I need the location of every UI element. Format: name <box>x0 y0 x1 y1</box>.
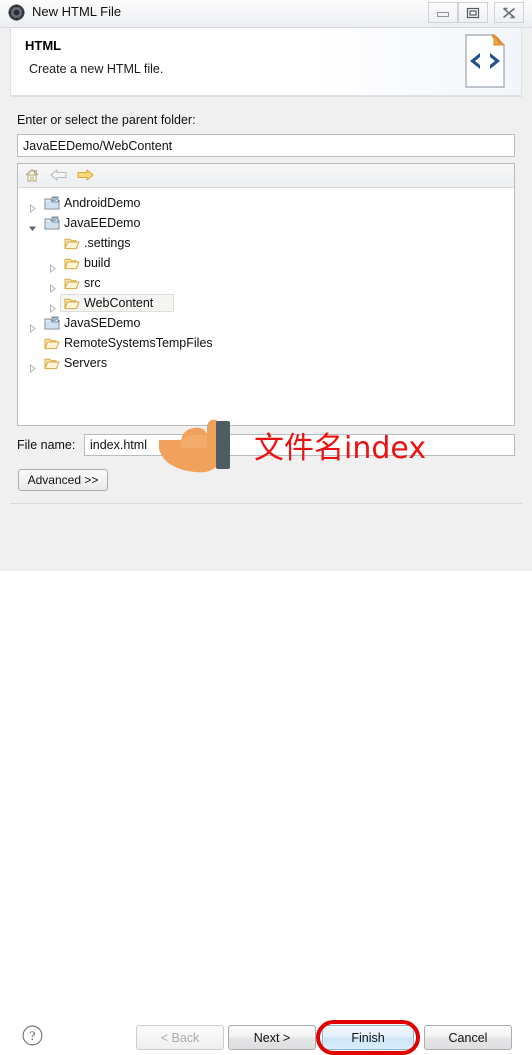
tree-item-label: JavaSEDemo <box>64 316 141 330</box>
back-button[interactable]: < Back <box>136 1025 224 1050</box>
tree-item-label: build <box>84 256 111 270</box>
tree-item[interactable]: Servers <box>18 353 514 374</box>
tree-item-label: Servers <box>64 356 108 370</box>
folder-icon <box>64 236 80 250</box>
header-separator <box>10 96 522 97</box>
project-icon <box>44 216 60 230</box>
close-icon[interactable] <box>494 2 524 23</box>
tree-item-label: .settings <box>84 236 131 250</box>
folder-icon <box>44 356 60 370</box>
tree-item[interactable]: RemoteSystemsTempFiles <box>18 333 514 353</box>
project-icon <box>44 316 60 330</box>
expander-collapsed-icon[interactable] <box>28 319 37 334</box>
back-arrow-icon[interactable] <box>49 167 71 185</box>
tree-item[interactable]: AndroidDemo <box>18 193 514 214</box>
next-button[interactable]: Next > <box>228 1025 316 1050</box>
tree-item[interactable]: src <box>18 273 514 294</box>
expander-expanded-icon[interactable] <box>28 219 37 231</box>
dialog-footer: ? < Back Next > Finish Cancel <box>0 504 532 1055</box>
folder-icon <box>44 336 60 350</box>
window-title: New HTML File <box>32 4 122 19</box>
svg-text:?: ? <box>30 1028 36 1043</box>
new-html-file-dialog: New HTML File HTML Create a new HTML fil… <box>0 0 532 1055</box>
tree-item-label: src <box>84 276 101 290</box>
expander-collapsed-icon[interactable] <box>48 259 57 274</box>
file-name-input[interactable] <box>84 434 515 456</box>
wizard-header: HTML Create a new HTML file. <box>10 28 522 96</box>
tree-item-label: RemoteSystemsTempFiles <box>64 336 213 350</box>
folder-tree[interactable]: AndroidDemo JavaEEDemo .settings build src We… <box>18 189 514 425</box>
expander-collapsed-icon[interactable] <box>48 299 57 314</box>
tree-item[interactable]: WebContent <box>18 293 514 314</box>
tree-item[interactable]: JavaEEDemo <box>18 213 514 233</box>
forward-arrow-icon[interactable] <box>75 167 97 185</box>
page-title: HTML <box>25 38 62 53</box>
tree-item[interactable]: build <box>18 253 514 274</box>
tree-toolbar <box>18 164 514 188</box>
help-icon[interactable]: ? <box>22 1025 43 1046</box>
home-icon[interactable] <box>23 167 45 185</box>
tree-item[interactable]: .settings <box>18 233 514 253</box>
minimize-icon[interactable] <box>428 2 458 23</box>
tree-item[interactable]: JavaSEDemo <box>18 313 514 334</box>
maximize-icon[interactable] <box>458 2 488 23</box>
title-bar: New HTML File <box>0 0 532 28</box>
expander-collapsed-icon[interactable] <box>48 279 57 294</box>
finish-button[interactable]: Finish <box>322 1025 414 1050</box>
tree-item-label: JavaEEDemo <box>64 216 141 230</box>
folder-icon <box>64 296 80 310</box>
expander-collapsed-icon[interactable] <box>28 359 37 374</box>
cancel-button[interactable]: Cancel <box>424 1025 512 1050</box>
folder-icon <box>64 276 80 290</box>
tree-item-label: WebContent <box>84 296 154 310</box>
html-file-icon <box>463 33 507 89</box>
parent-folder-label: Enter or select the parent folder: <box>17 113 196 127</box>
folder-icon <box>64 256 80 270</box>
advanced-button[interactable]: Advanced >> <box>18 469 108 491</box>
file-name-label: File name: <box>17 438 76 452</box>
page-description: Create a new HTML file. <box>29 62 164 76</box>
eclipse-wizard-icon <box>8 4 25 21</box>
folder-tree-panel: AndroidDemo JavaEEDemo .settings build src We… <box>17 163 515 426</box>
expander-collapsed-icon[interactable] <box>28 199 37 214</box>
project-icon <box>44 196 60 210</box>
tree-item-label: AndroidDemo <box>64 196 141 210</box>
parent-folder-input[interactable] <box>17 134 515 157</box>
